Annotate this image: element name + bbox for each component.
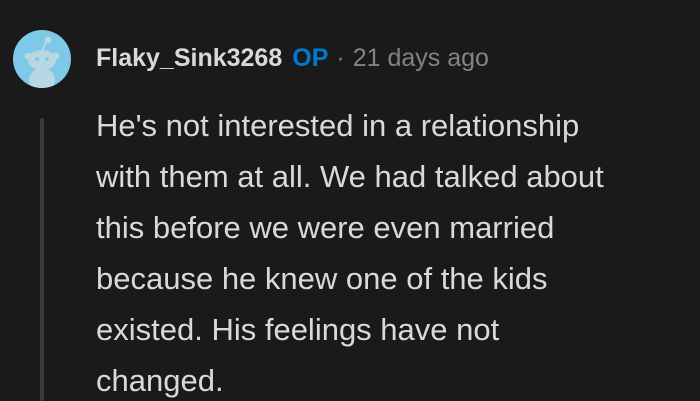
reddit-snoo-avatar-icon — [24, 36, 60, 88]
op-badge: OP — [292, 43, 329, 72]
comment-meta: Flaky_Sink3268 OP · 21 days ago — [96, 38, 489, 78]
meta-separator: · — [336, 43, 345, 72]
username-link[interactable]: Flaky_Sink3268 — [96, 44, 282, 73]
thread-collapse-line[interactable] — [40, 118, 44, 401]
comment-timestamp[interactable]: 21 days ago — [353, 44, 489, 73]
user-avatar[interactable] — [13, 30, 71, 88]
comment-body: He's not interested in a relationship wi… — [96, 108, 604, 398]
comment: Flaky_Sink3268 OP · 21 days ago He's not… — [0, 0, 700, 401]
